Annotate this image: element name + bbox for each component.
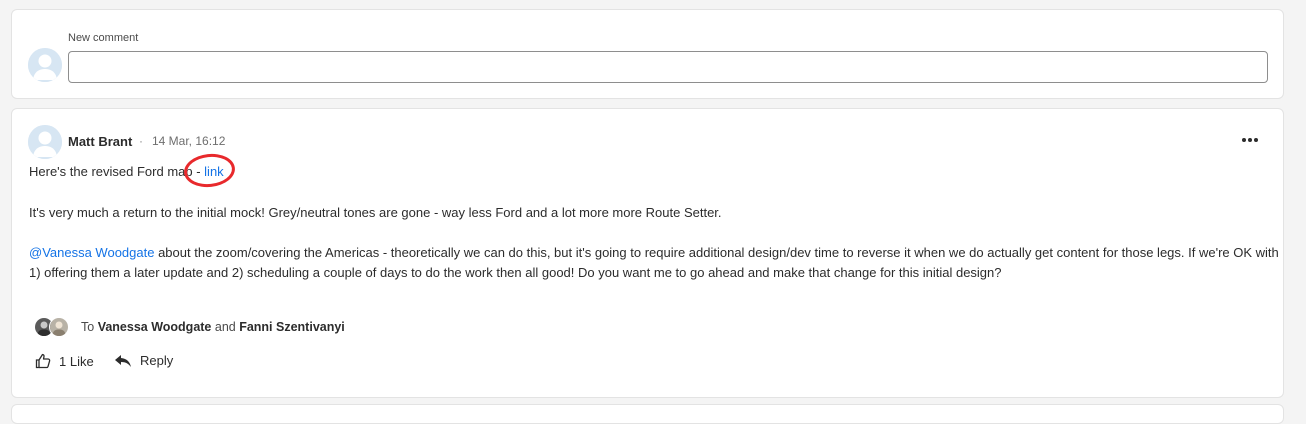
recipient-name[interactable]: Fanni Szentivanyi bbox=[239, 320, 345, 334]
reply-label: Reply bbox=[140, 353, 174, 368]
user-placeholder-icon bbox=[28, 125, 62, 159]
next-comment-card bbox=[11, 404, 1284, 424]
comment-text: Here's the revised Ford map - bbox=[29, 164, 205, 179]
user-avatar bbox=[28, 48, 62, 82]
and-label: and bbox=[211, 320, 240, 334]
more-options-button[interactable] bbox=[1241, 131, 1259, 143]
new-comment-card: New comment bbox=[11, 9, 1284, 99]
person-photo-icon bbox=[50, 318, 68, 336]
author-name[interactable]: Matt Brant bbox=[68, 134, 132, 149]
comment-line-4: 1) offering them a later update and 2) s… bbox=[29, 265, 1002, 280]
user-placeholder-icon bbox=[28, 48, 62, 82]
reply-button[interactable]: Reply bbox=[114, 353, 173, 368]
comment-text: about the zoom/covering the Americas - t… bbox=[154, 245, 1279, 260]
comment-line-2: It's very much a return to the initial m… bbox=[29, 205, 722, 220]
thumbs-up-icon bbox=[35, 353, 51, 369]
mention-link[interactable]: @Vanessa Woodgate bbox=[29, 245, 154, 260]
recipients-line: To Vanessa Woodgate and Fanni Szentivany… bbox=[81, 320, 345, 334]
new-comment-input[interactable] bbox=[68, 51, 1268, 83]
meta-separator: · bbox=[139, 134, 143, 148]
more-horizontal-icon bbox=[1242, 138, 1258, 142]
red-circle-annotation bbox=[182, 151, 237, 190]
new-comment-label: New comment bbox=[68, 32, 139, 44]
to-label: To bbox=[81, 320, 98, 334]
like-button[interactable]: 1 Like bbox=[35, 353, 94, 369]
like-count-label: 1 Like bbox=[59, 353, 94, 369]
reply-arrow-icon bbox=[115, 354, 131, 367]
comment-line-3: @Vanessa Woodgate about the zoom/coverin… bbox=[29, 243, 1279, 263]
comment-timestamp: 14 Mar, 16:12 bbox=[152, 134, 226, 148]
author-avatar bbox=[28, 125, 62, 159]
comment-card: Matt Brant · 14 Mar, 16:12 Here's the re… bbox=[11, 108, 1284, 398]
recipient-avatar bbox=[49, 317, 69, 337]
recipient-name[interactable]: Vanessa Woodgate bbox=[98, 320, 212, 334]
